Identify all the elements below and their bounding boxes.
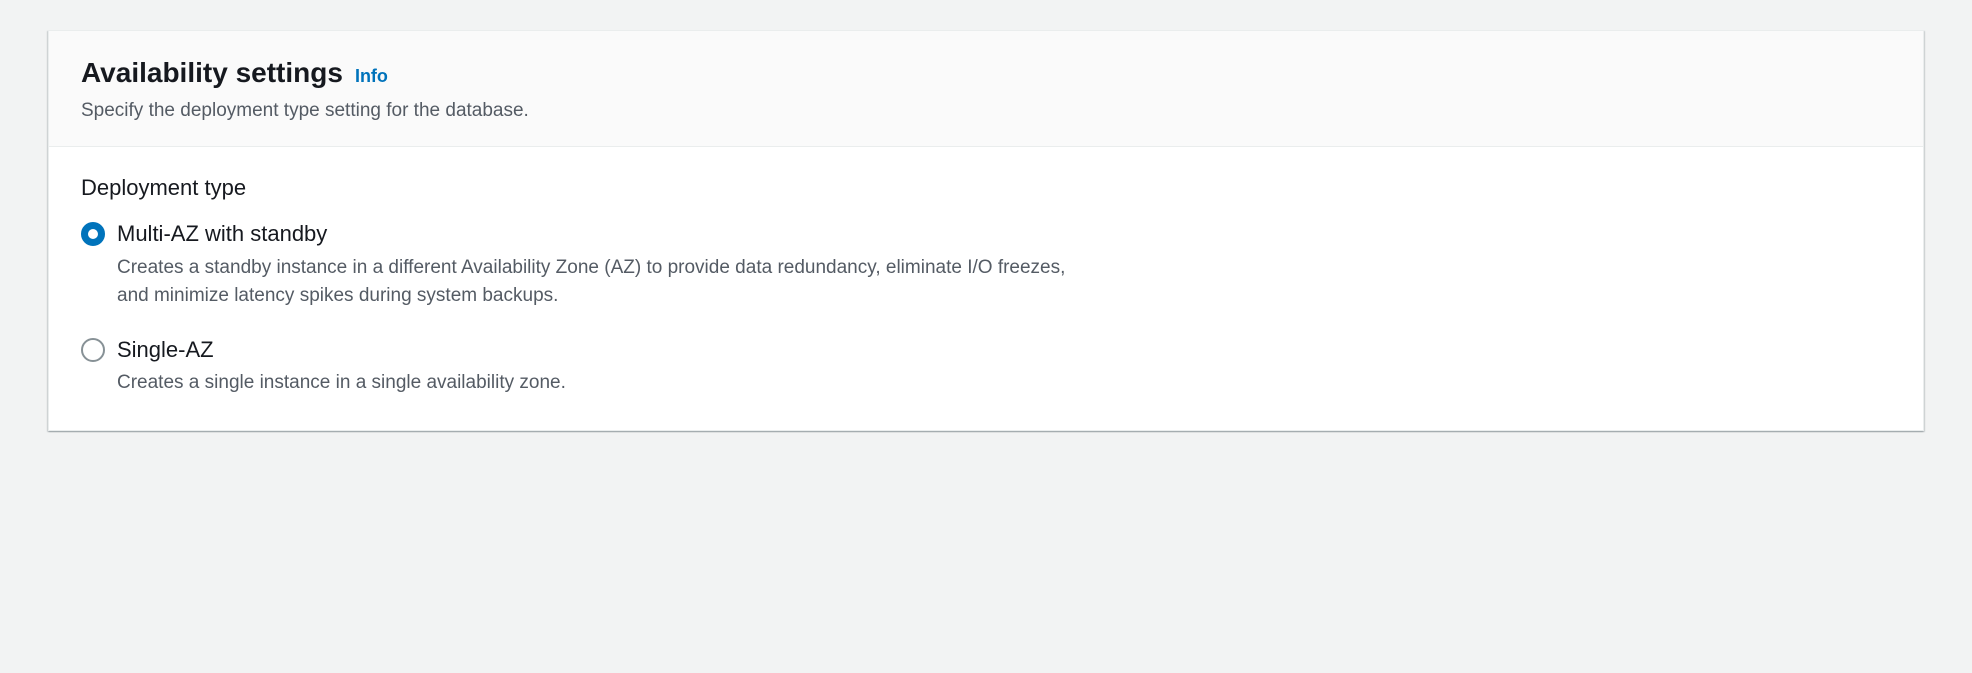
availability-settings-panel: Availability settings Info Specify the d… bbox=[48, 30, 1924, 431]
radio-title: Multi-AZ with standby bbox=[117, 219, 1077, 250]
radio-icon bbox=[81, 222, 105, 246]
radio-icon bbox=[81, 338, 105, 362]
radio-description: Creates a standby instance in a differen… bbox=[117, 254, 1077, 311]
radio-title: Single-AZ bbox=[117, 335, 566, 366]
radio-option-multi-az[interactable]: Multi-AZ with standby Creates a standby … bbox=[81, 219, 1891, 311]
radio-content: Multi-AZ with standby Creates a standby … bbox=[117, 219, 1077, 311]
panel-header: Availability settings Info Specify the d… bbox=[49, 31, 1923, 147]
panel-body: Deployment type Multi-AZ with standby Cr… bbox=[49, 147, 1923, 430]
panel-description: Specify the deployment type setting for … bbox=[81, 97, 1891, 126]
deployment-type-label: Deployment type bbox=[81, 175, 1891, 201]
radio-description: Creates a single instance in a single av… bbox=[117, 369, 566, 398]
info-link[interactable]: Info bbox=[355, 66, 388, 87]
panel-title: Availability settings bbox=[81, 55, 343, 91]
panel-title-row: Availability settings Info bbox=[81, 55, 1891, 91]
radio-option-single-az[interactable]: Single-AZ Creates a single instance in a… bbox=[81, 335, 1891, 398]
deployment-type-radio-group: Multi-AZ with standby Creates a standby … bbox=[81, 219, 1891, 398]
radio-content: Single-AZ Creates a single instance in a… bbox=[117, 335, 566, 398]
